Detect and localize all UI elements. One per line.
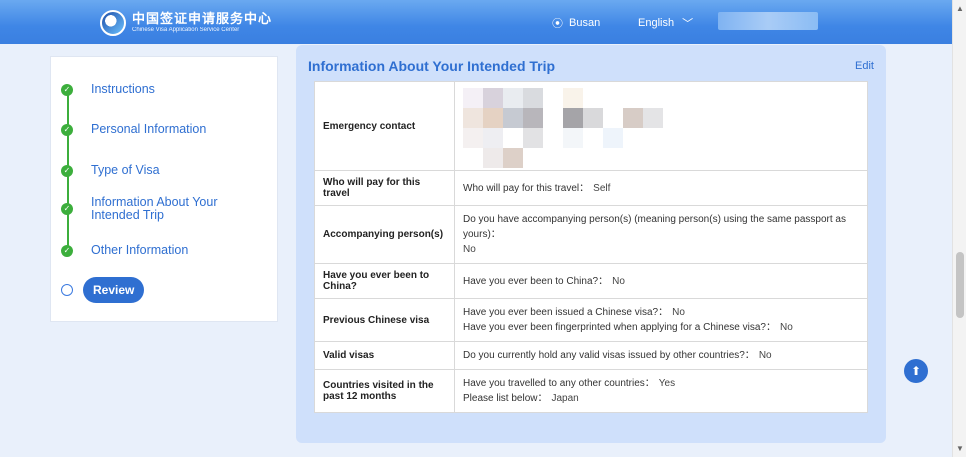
row-answer: No	[672, 307, 685, 318]
scroll-to-top-button[interactable]: ⬆	[904, 359, 928, 383]
review-button[interactable]: Review	[83, 277, 145, 303]
step-other-information[interactable]: ✓ Other Information	[61, 244, 188, 257]
logo-mark-icon	[100, 10, 126, 36]
row-key: Accompanying person(s)	[314, 205, 455, 264]
row-question: Do you currently hold any valid visas is…	[463, 350, 755, 361]
table-row: Accompanying person(s) Do you have accom…	[314, 205, 868, 264]
scroll-up-arrow-icon[interactable]: ▲	[956, 4, 964, 13]
row-question: Do you have accompanying person(s) (mean…	[463, 214, 846, 240]
table-row: Have you ever been to China? Have you ev…	[314, 263, 868, 299]
row-key: Who will pay for this travel	[314, 170, 455, 206]
step-label: Personal Information	[91, 122, 207, 136]
row-answer: Self	[593, 182, 611, 194]
step-label: Information About Your Intended Trip	[91, 195, 218, 222]
step-intended-trip[interactable]: ✓ Information About Your Intended Trip	[61, 196, 241, 222]
row-question: Have you ever been fingerprinted when ap…	[463, 322, 776, 333]
location-pin-icon: ⦿	[552, 18, 563, 30]
check-icon: ✓	[61, 244, 73, 257]
step-label: Other Information	[91, 243, 189, 257]
step-personal-information[interactable]: ✓ Personal Information	[61, 123, 206, 136]
scrollbar-thumb[interactable]	[956, 252, 964, 318]
language-selector[interactable]: English ﹀	[638, 15, 693, 31]
edit-link[interactable]: Edit	[855, 60, 874, 72]
row-key: Valid visas	[314, 341, 455, 370]
trip-info-table: Emergency contact Who will pay for this …	[314, 81, 868, 413]
language-label: English	[638, 17, 675, 29]
page-scrollbar[interactable]: ▲ ▼	[952, 0, 966, 457]
step-type-of-visa[interactable]: ✓ Type of Visa	[61, 164, 160, 177]
location-selector[interactable]: ⦿ Busan	[552, 15, 600, 31]
table-row: Emergency contact	[314, 81, 868, 171]
row-answer: Yes	[658, 378, 676, 389]
check-icon: ✓	[61, 164, 73, 177]
check-icon: ✓	[61, 83, 73, 96]
row-answer: No	[758, 350, 772, 361]
user-account-redacted[interactable]	[718, 12, 818, 30]
location-label: Busan	[569, 17, 601, 29]
row-answer: Japan	[551, 393, 579, 404]
top-navigation-bar: 中国签证申请服务中心 Chinese Visa Application Serv…	[0, 0, 952, 44]
scroll-down-arrow-icon[interactable]: ▼	[956, 444, 964, 453]
row-question: Who will pay for this travel：	[463, 182, 590, 194]
step-label: Instructions	[91, 82, 155, 96]
table-row: Previous Chinese visa Have you ever been…	[314, 298, 868, 342]
logo-title-en: Chinese Visa Application Service Center	[132, 27, 240, 33]
step-label: Type of Visa	[91, 163, 160, 177]
intended-trip-section: Information About Your Intended Trip Edi…	[296, 45, 886, 443]
table-row: Who will pay for this travel Who will pa…	[314, 170, 868, 206]
row-answer: No	[612, 275, 625, 287]
row-question: Have you ever been issued a Chinese visa…	[463, 307, 669, 318]
current-step-icon	[61, 284, 73, 296]
row-question: Please list below：	[463, 393, 548, 404]
site-logo[interactable]: 中国签证申请服务中心 Chinese Visa Application Serv…	[100, 9, 272, 37]
chevron-down-icon: ﹀	[682, 18, 694, 30]
table-row: Countries visited in the past 12 months …	[314, 369, 868, 413]
row-key: Have you ever been to China?	[314, 263, 455, 299]
steps-panel: ✓ Instructions ✓ Personal Information ✓ …	[50, 56, 278, 322]
row-key: Countries visited in the past 12 months	[314, 369, 455, 413]
arrow-up-icon: ⬆	[910, 364, 922, 378]
section-title: Information About Your Intended Trip	[308, 58, 556, 74]
row-answer: No	[463, 244, 476, 255]
row-answer: No	[779, 322, 793, 333]
row-key: Previous Chinese visa	[314, 298, 455, 342]
check-icon: ✓	[61, 203, 73, 215]
step-review[interactable]: Review	[61, 277, 145, 303]
check-icon: ✓	[61, 123, 73, 136]
row-question: Have you travelled to any other countrie…	[463, 378, 655, 389]
row-key: Emergency contact	[314, 81, 455, 171]
table-row: Valid visas Do you currently hold any va…	[314, 341, 868, 370]
row-question: Have you ever been to China?：	[463, 275, 609, 287]
emergency-contact-redacted	[454, 81, 868, 171]
logo-title-cn: 中国签证申请服务中心	[132, 11, 273, 26]
step-instructions[interactable]: ✓ Instructions	[61, 83, 155, 96]
